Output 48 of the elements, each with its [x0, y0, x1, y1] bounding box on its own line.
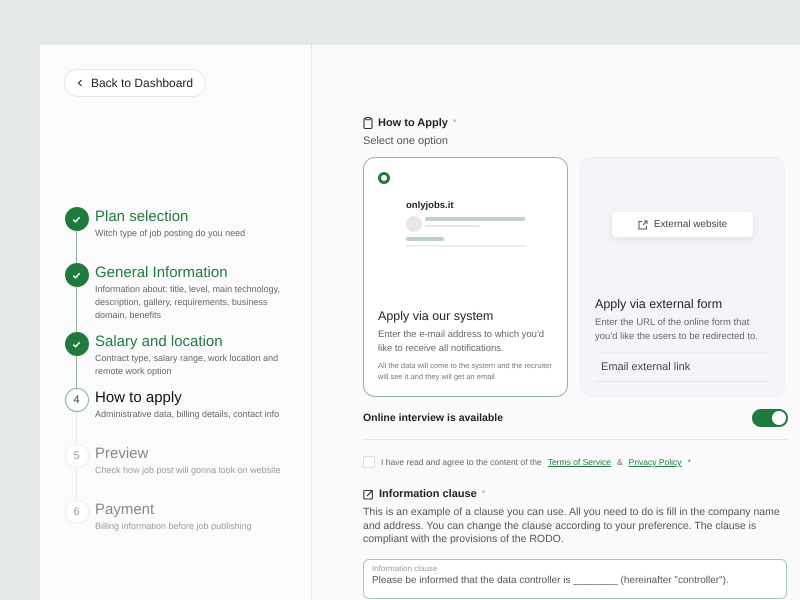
step-description: Check how job post will gonna look on website	[95, 464, 282, 477]
step-title[interactable]: Payment	[95, 500, 300, 520]
radio-button[interactable]	[378, 172, 390, 184]
edit-icon	[363, 488, 374, 500]
clause-description: This is an example of a clause you can use. All you need to do is fill in the company name and address. You can change the clause according to your preference. The clause is compliant with the provisions of the RODO.	[363, 506, 781, 546]
site-name: onlyjobs.it	[406, 200, 454, 211]
online-interview-toggle[interactable]	[752, 409, 788, 427]
step-number: 4	[73, 394, 80, 406]
section-subtitle: Select one option	[363, 135, 450, 147]
chevron-left-icon	[77, 79, 83, 87]
step-title[interactable]: Plan selection	[95, 207, 300, 227]
step-number: 5	[73, 450, 80, 462]
required-mark: *	[482, 488, 486, 498]
step-description: Witch type of job posting do you need	[95, 227, 246, 240]
card-title: Apply via our system	[378, 309, 494, 323]
step-title[interactable]: Salary and location	[95, 332, 300, 352]
terms-text: I have read and agree to the content of the	[381, 457, 542, 467]
terms-checkbox[interactable]	[363, 456, 375, 468]
check-icon	[72, 214, 81, 224]
toggle-label: Online interview is available	[363, 412, 504, 424]
step-number: 6	[73, 506, 80, 518]
external-link-icon	[638, 220, 648, 230]
back-to-dashboard-button[interactable]: Back to Dashboard	[64, 69, 206, 97]
step-description: Billing information before job publishing	[95, 520, 253, 533]
terms-of-service-link[interactable]: Terms of Service	[548, 457, 611, 467]
step-description: Information about: title, level, main technology, description, gallery, requirements, business domain, benefits	[95, 283, 281, 322]
ampersand-text: &	[616, 457, 623, 467]
step-description: Administrative data, billing details, contact info	[95, 408, 280, 421]
card-description: Enter the e-mail address to which you'd like to receive all notifications.	[378, 328, 546, 356]
step-title[interactable]: Preview	[95, 444, 300, 464]
apply-option-card[interactable]	[363, 157, 568, 397]
check-icon	[72, 270, 81, 280]
card-title: Apply via external form	[595, 297, 724, 311]
apply-option-card[interactable]: External website Apply via external form Enter the URL of the online form that you'd like the users to be redirected to. Email external link	[580, 157, 785, 397]
privacy-policy-link[interactable]: Privacy Policy	[628, 457, 682, 467]
card-description: Enter the URL of the online form that you'd like the users to be redirected to.	[595, 316, 759, 344]
step-title[interactable]: General Information	[95, 263, 300, 283]
check-icon	[72, 340, 81, 348]
clipboard-icon	[363, 117, 373, 129]
required-mark: *	[452, 117, 456, 127]
section-title: How to Apply	[378, 117, 448, 129]
section-title: Information clause	[379, 488, 477, 500]
step-title[interactable]: How to apply	[95, 388, 300, 408]
required-mark: *	[688, 457, 691, 467]
external-link-field[interactable]: Email external link	[595, 352, 770, 382]
information-clause-field[interactable]: Information clause Please be informed that the data controller is ________ (hereinafter "controller").	[363, 558, 787, 598]
step-description: Contract type, salary range, work location and remote work option	[95, 352, 280, 378]
external-website-button[interactable]: External website	[612, 212, 754, 237]
